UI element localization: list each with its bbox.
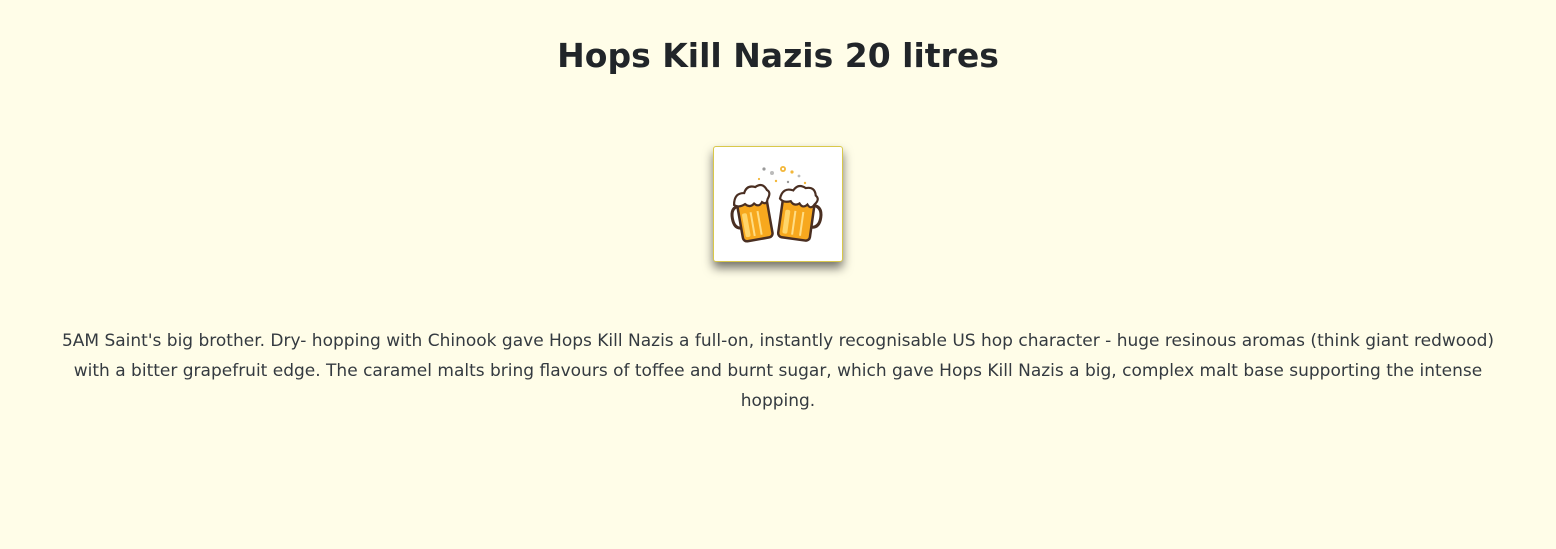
product-title: Hops Kill Nazis 20 litres	[557, 36, 999, 75]
beer-mugs-cheers-icon	[730, 166, 823, 243]
product-page: Hops Kill Nazis 20 litres 5AM Saint's bi…	[0, 0, 1556, 549]
product-image	[713, 146, 843, 262]
product-description: 5AM Saint's big brother. Dry- hopping wi…	[61, 331, 1495, 411]
